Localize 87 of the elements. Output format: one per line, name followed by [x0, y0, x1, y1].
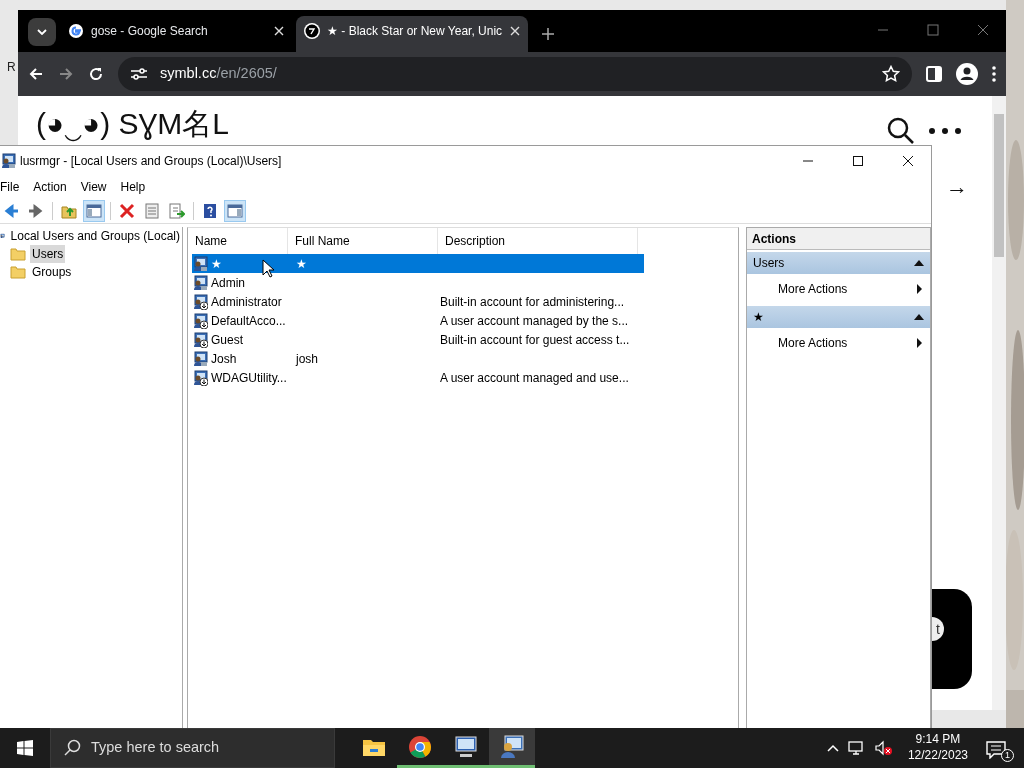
chevron-up-icon[interactable] — [826, 744, 839, 752]
back-icon — [3, 202, 19, 219]
back-icon[interactable] — [28, 66, 44, 82]
tab-list-button[interactable] — [28, 18, 56, 46]
menu-item[interactable]: Action — [33, 178, 75, 196]
start-icon[interactable] — [17, 740, 33, 756]
table-cell: A user account managed and use... — [440, 370, 629, 385]
monitor-icon — [453, 733, 479, 760]
speaker-muted-icon[interactable] — [874, 740, 893, 756]
tree-item[interactable]: Users — [30, 245, 66, 263]
chevron-down-icon — [37, 29, 47, 35]
search-field[interactable]: Type here to search — [50, 728, 335, 768]
table-cell: ★ — [296, 256, 307, 271]
action-item[interactable]: More Actions — [747, 328, 930, 358]
forward-icon — [28, 202, 44, 219]
pane-title: Actions — [747, 228, 930, 250]
users-app-icon — [0, 153, 16, 169]
browser-tab[interactable]: gose - Google Search — [60, 16, 292, 52]
table-row[interactable]: Admin — [192, 273, 644, 292]
tree-pane-icon — [86, 202, 102, 219]
scrollbar[interactable] — [992, 96, 1006, 710]
submenu-arrow-icon — [917, 338, 922, 348]
action-pane-icon — [227, 202, 243, 219]
help-icon — [202, 202, 218, 219]
maximize-icon[interactable] — [852, 155, 864, 167]
reload-icon[interactable] — [88, 66, 104, 82]
folder-icon — [10, 264, 26, 280]
forward-icon[interactable] — [58, 66, 74, 82]
table-cell-text: Administrator — [211, 293, 282, 311]
search-icon[interactable] — [887, 117, 915, 145]
arrow-link[interactable]: → — [946, 176, 968, 198]
url-text: symbl.cc/en/2605/ — [160, 64, 278, 84]
site-icon — [304, 23, 320, 39]
export-icon — [169, 202, 185, 219]
menu-item[interactable]: File — [0, 178, 28, 196]
browser-tab[interactable]: ★ - Black Star or New Year, Unic — [296, 16, 528, 52]
action-item[interactable]: More Actions — [747, 274, 930, 304]
table-cell-text: ★ — [211, 255, 222, 273]
table-cell-text: Guest — [211, 331, 243, 349]
table-cell-text: WDAGUtility... — [211, 369, 287, 387]
mouse-cursor-icon — [262, 259, 274, 278]
taskbar-app[interactable] — [489, 728, 535, 768]
table-cell: Built-in account for administering... — [440, 294, 625, 309]
desktop-text: R — [7, 59, 16, 76]
collapse-icon[interactable] — [914, 260, 924, 266]
chat-text: t — [932, 617, 944, 641]
users-app-icon — [499, 733, 525, 760]
chat-button[interactable]: t — [932, 589, 972, 689]
toolbar-button[interactable] — [83, 199, 105, 222]
site-settings-icon[interactable] — [130, 67, 148, 81]
menu-item[interactable]: Help — [120, 178, 154, 196]
close-icon[interactable] — [902, 155, 914, 167]
menu-icon[interactable] — [992, 66, 996, 82]
site-logo[interactable]: (◕‿◕) SƔM名L — [36, 108, 229, 140]
address-bar[interactable]: symbl.cc/en/2605/ — [118, 57, 912, 91]
tree-item[interactable]: Local Users and Groups (Local) — [8, 227, 182, 245]
chat-bubble-icon — [986, 740, 1006, 759]
google-logo-icon — [68, 23, 84, 39]
side-panel-icon[interactable] — [926, 66, 942, 82]
properties-icon — [144, 202, 160, 219]
action-group-header[interactable]: ★ — [747, 306, 930, 328]
toolbar-button[interactable] — [224, 199, 246, 222]
star-icon[interactable] — [882, 65, 900, 83]
profile-icon[interactable] — [956, 63, 978, 85]
table-cell: Built-in account for guest access t... — [440, 332, 630, 347]
submenu-arrow-icon — [917, 284, 922, 294]
chrome-icon — [407, 733, 433, 760]
more-icon[interactable] — [929, 128, 961, 134]
table-cell: josh — [296, 351, 318, 366]
table-cell-text: Admin — [211, 274, 245, 292]
network-icon[interactable] — [847, 740, 866, 756]
table-cell: A user account managed by the s... — [440, 313, 629, 328]
collapse-icon[interactable] — [914, 314, 924, 320]
tree-item[interactable]: Groups — [30, 263, 74, 281]
table-cell-text: DefaultAcco... — [211, 312, 286, 330]
table-row[interactable]: ★ ★ — [192, 254, 644, 273]
table-row[interactable]: Josh josh — [192, 349, 644, 368]
folder-icon — [10, 246, 26, 262]
delete-icon — [119, 202, 135, 219]
table-cell-text: Josh — [211, 350, 237, 368]
clock[interactable]: 9:14 PM 12/22/2023 — [907, 732, 968, 764]
menu-item[interactable]: View — [80, 178, 115, 196]
notification-count: 1 — [1001, 749, 1014, 762]
search-icon — [63, 739, 81, 757]
window-title: lusrmgr - [Local Users and Groups (Local)\Users] — [20, 153, 283, 170]
action-group-header[interactable]: Users — [747, 252, 930, 274]
new-tab-icon[interactable] — [542, 28, 554, 40]
